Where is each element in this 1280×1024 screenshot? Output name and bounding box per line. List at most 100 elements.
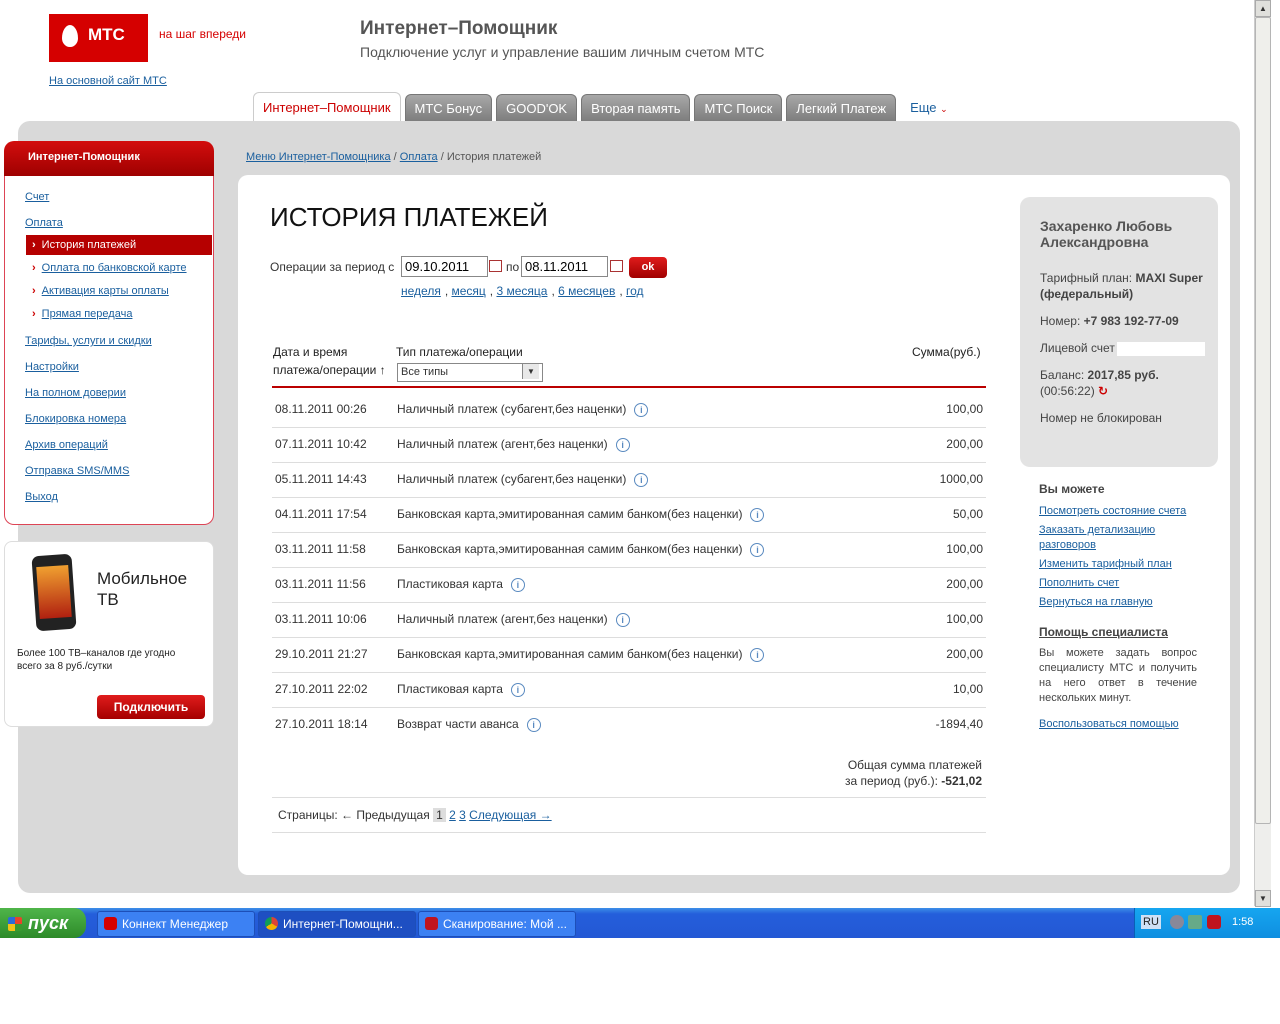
row-date: 27.10.2011 22:02 xyxy=(275,682,368,696)
scroll-down-icon[interactable]: ▼ xyxy=(1255,890,1271,907)
antivirus-tray-icon[interactable] xyxy=(1207,915,1221,929)
tray-chevron-icon[interactable] xyxy=(1170,915,1184,929)
date-to-input[interactable]: 08.11.2011 xyxy=(521,256,608,277)
arrow-right-icon: › xyxy=(32,308,36,320)
info-icon[interactable]: i xyxy=(510,577,525,592)
col-date-header[interactable]: Дата и время платежа/операции ↑ xyxy=(273,343,386,379)
task-scanning[interactable]: Сканирование: Мой ... xyxy=(418,911,576,937)
period-3months[interactable]: 3 месяца xyxy=(496,284,547,298)
sidebar-subitem-payment-history[interactable]: › История платежей xyxy=(26,235,212,255)
arrow-right-icon: › xyxy=(32,262,36,274)
block-status: Номер не блокирован xyxy=(1040,411,1162,425)
tab-mts-bonus[interactable]: МТС Бонус xyxy=(404,94,493,122)
page-1: 1 xyxy=(433,808,446,822)
breadcrumb-sep: / xyxy=(440,151,444,163)
row-type-label: Наличный платеж (субагент,без наценки) xyxy=(397,402,627,416)
row-date: 07.11.2011 10:42 xyxy=(275,437,367,451)
col-date-line2: платежа/операции ↑ xyxy=(273,363,386,377)
link-change-tariff[interactable]: Изменить тарифный план xyxy=(1039,557,1209,572)
page-title: ИСТОРИЯ ПЛАТЕЖЕЙ xyxy=(270,202,548,232)
main-site-link[interactable]: На основной сайт МТС xyxy=(49,75,167,87)
balance-info: Баланс: 2017,85 руб. (00:56:22) ↻ xyxy=(1040,367,1210,399)
tab-second-memory[interactable]: Вторая память xyxy=(581,94,691,122)
info-icon[interactable]: i xyxy=(750,542,765,557)
period-month[interactable]: месяц xyxy=(452,284,486,298)
number-value: +7 983 192-77-09 xyxy=(1083,314,1179,328)
sidebar-item-block-number[interactable]: Блокировка номера xyxy=(25,413,126,425)
account-redacted xyxy=(1116,341,1205,356)
connect-button[interactable]: Подключить xyxy=(97,695,205,719)
sidebar-item-full-trust[interactable]: На полном доверии xyxy=(25,387,126,399)
scroll-up-icon[interactable]: ▲ xyxy=(1255,0,1271,17)
link-top-up[interactable]: Пополнить счет xyxy=(1039,576,1209,591)
breadcrumb-menu[interactable]: Меню Интернет-Помощника xyxy=(246,151,391,163)
sidebar-item-archive[interactable]: Архив операций xyxy=(25,439,108,451)
task-connect-manager[interactable]: Коннект Менеджер xyxy=(97,911,255,937)
period-6months[interactable]: 6 месяцев xyxy=(558,284,615,298)
tab-easy-payment[interactable]: Легкий Платеж xyxy=(786,94,897,122)
start-label: пуск xyxy=(28,913,69,933)
table-row: 05.11.2011 14:43 Наличный платеж (субаген… xyxy=(272,462,986,498)
info-icon[interactable]: i xyxy=(615,612,630,627)
calendar-icon[interactable] xyxy=(610,260,623,272)
page-3[interactable]: 3 xyxy=(459,808,466,822)
link-order-details[interactable]: Заказать детализацию разговоров xyxy=(1039,523,1209,553)
refresh-icon[interactable]: ↻ xyxy=(1098,383,1108,399)
row-type: Банковская карта,эмитированная самим бан… xyxy=(397,507,765,522)
date-from-input[interactable]: 09.10.2011 xyxy=(401,256,488,277)
row-type-label: Банковская карта,эмитированная самим бан… xyxy=(397,542,743,556)
sidebar-item-settings[interactable]: Настройки xyxy=(25,361,79,373)
period-year[interactable]: год xyxy=(626,284,644,298)
info-icon[interactable]: i xyxy=(750,507,765,522)
start-button[interactable]: пуск xyxy=(0,908,86,938)
promo-text: Более 100 ТВ–каналов где угодно всего за… xyxy=(17,648,176,672)
sidebar-subitem-card-activation[interactable]: › Активация карты оплаты xyxy=(26,281,212,301)
prev-page: ← Предыдущая xyxy=(341,808,430,822)
sidebar-subitem-direct-transfer[interactable]: › Прямая передача xyxy=(26,304,212,324)
subitem-label: История платежей xyxy=(41,239,137,251)
sidebar-item-exit[interactable]: Выход xyxy=(25,491,58,503)
ok-button[interactable]: ok xyxy=(629,257,667,278)
info-icon[interactable]: i xyxy=(526,717,541,732)
tab-more[interactable]: Еще ⌄ xyxy=(910,93,948,122)
calendar-icon[interactable] xyxy=(489,260,502,272)
row-date: 03.11.2011 11:56 xyxy=(275,577,366,591)
help-title[interactable]: Помощь специалиста xyxy=(1039,625,1168,639)
tab-goodok[interactable]: GOOD'OK xyxy=(496,94,578,122)
sidebar-item-payment[interactable]: Оплата xyxy=(25,217,63,229)
page-2[interactable]: 2 xyxy=(449,808,456,822)
info-icon[interactable]: i xyxy=(634,472,649,487)
info-icon[interactable]: i xyxy=(750,647,765,662)
info-icon[interactable]: i xyxy=(510,682,525,697)
scroll-thumb[interactable] xyxy=(1255,17,1271,824)
sidebar-item-sms[interactable]: Отправка SMS/MMS xyxy=(25,465,129,477)
subitem-label[interactable]: Прямая передача xyxy=(42,308,133,320)
total-value: -521,02 xyxy=(941,774,982,788)
network-icon[interactable] xyxy=(1188,915,1202,929)
breadcrumb-payment[interactable]: Оплата xyxy=(400,151,438,163)
sidebar-item-account[interactable]: Счет xyxy=(25,191,49,203)
chevron-down-icon[interactable]: ▼ xyxy=(522,364,539,379)
language-indicator[interactable]: RU xyxy=(1141,915,1161,929)
tab-internet-assistant[interactable]: Интернет–Помощник xyxy=(253,92,401,122)
task-browser[interactable]: Интернет-Помощни... xyxy=(258,911,416,937)
info-icon[interactable]: i xyxy=(634,402,649,417)
balance-value: 2017,85 руб. xyxy=(1087,368,1159,382)
row-type: Банковская карта,эмитированная самим бан… xyxy=(397,542,765,557)
help-link[interactable]: Воспользоваться помощью xyxy=(1039,718,1179,730)
link-account-status[interactable]: Посмотреть состояние счета xyxy=(1039,504,1209,519)
tab-mts-search[interactable]: МТС Поиск xyxy=(694,94,783,122)
slogan: на шаг впереди xyxy=(159,27,246,41)
row-sum: 100,00 xyxy=(946,402,983,416)
col-sum-header: Сумма(руб.) xyxy=(912,345,981,359)
info-icon[interactable]: i xyxy=(615,437,630,452)
mts-egg-icon xyxy=(62,25,78,47)
period-week[interactable]: неделя xyxy=(401,284,441,298)
sidebar-item-tariffs[interactable]: Тарифы, услуги и скидки xyxy=(25,335,152,347)
next-page[interactable]: Следующая → xyxy=(469,808,551,822)
subitem-label[interactable]: Активация карты оплаты xyxy=(42,285,169,297)
sidebar-subitem-bank-card[interactable]: › Оплата по банковской карте xyxy=(26,258,212,278)
table-row: 03.11.2011 11:56 Пластиковая карта i 200,00 xyxy=(272,567,986,603)
subitem-label[interactable]: Оплата по банковской карте xyxy=(42,262,187,274)
link-home[interactable]: Вернуться на главную xyxy=(1039,595,1209,610)
